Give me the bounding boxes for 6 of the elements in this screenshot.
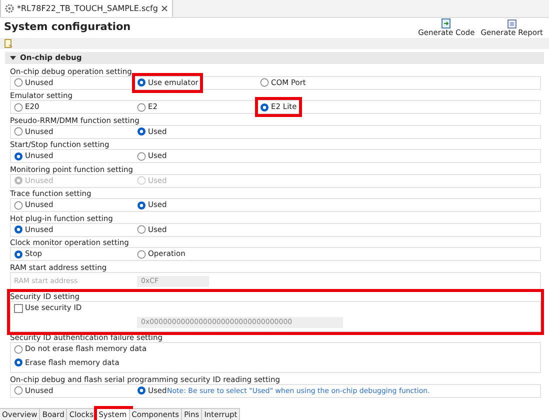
document-icon[interactable] bbox=[4, 39, 13, 48]
page-title: System configuration bbox=[4, 20, 131, 36]
gear-icon bbox=[5, 4, 14, 13]
tab-title: *RL78F22_TB_TOUCH_SAMPLE.scfg bbox=[17, 2, 158, 14]
editor-tab[interactable]: *RL78F22_TB_TOUCH_SAMPLE.scfg bbox=[0, 0, 173, 17]
close-icon[interactable] bbox=[160, 5, 168, 12]
